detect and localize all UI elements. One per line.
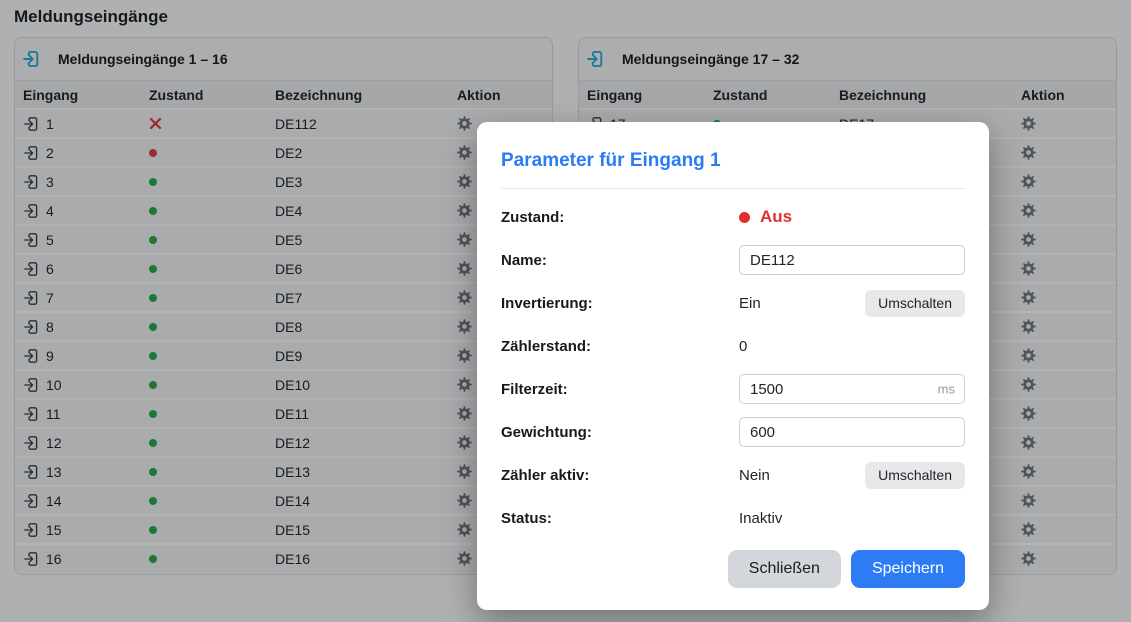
field-value <box>739 245 965 275</box>
field-label: Filterzeit: <box>501 381 739 398</box>
modal-field-row: Status:Inaktiv <box>501 503 965 533</box>
field-value: ms <box>739 374 965 404</box>
toggle-button[interactable]: Umschalten <box>865 290 965 317</box>
toggle-button[interactable]: Umschalten <box>865 462 965 489</box>
field-label: Zähler aktiv: <box>501 467 739 484</box>
modal-field-row: Name: <box>501 245 965 275</box>
modal-field-row: Gewichtung: <box>501 417 965 447</box>
field-value <box>739 417 965 447</box>
field-label: Status: <box>501 510 739 527</box>
value-text: 0 <box>739 338 747 355</box>
value-text: Inaktiv <box>739 510 782 527</box>
modal-fields: Zustand: Aus Name: Invertierung:Ein Umschalt… <box>501 202 965 533</box>
field-value: Ein Umschalten <box>739 290 965 317</box>
text-field[interactable] <box>739 417 965 447</box>
status-dot <box>739 212 750 223</box>
status-text: Aus <box>760 207 792 227</box>
text-field[interactable] <box>739 245 965 275</box>
field-label: Zustand: <box>501 209 739 226</box>
modal-field-row: Filterzeit:ms <box>501 374 965 404</box>
field-value: 0 <box>739 338 965 355</box>
status-value: Aus <box>739 207 965 227</box>
field-label: Gewichtung: <box>501 424 739 441</box>
modal-field-row: Invertierung:Ein Umschalten <box>501 288 965 318</box>
field-label: Name: <box>501 252 739 269</box>
field-label: Zählerstand: <box>501 338 739 355</box>
parameter-modal: Parameter für Eingang 1 Zustand: Aus Name:… <box>477 122 989 610</box>
field-value: Nein Umschalten <box>739 462 965 489</box>
text-field[interactable] <box>739 374 965 404</box>
save-button[interactable]: Speichern <box>851 550 965 588</box>
toggle-state-text: Nein <box>739 467 770 484</box>
modal-footer: Schließen Speichern <box>501 550 965 588</box>
modal-field-row: Zustand: Aus <box>501 202 965 232</box>
toggle-state-text: Ein <box>739 295 761 312</box>
close-button[interactable]: Schließen <box>728 550 841 588</box>
field-label: Invertierung: <box>501 295 739 312</box>
modal-title: Parameter für Eingang 1 <box>501 146 965 189</box>
modal-field-row: Zählerstand:0 <box>501 331 965 361</box>
modal-field-row: Zähler aktiv:Nein Umschalten <box>501 460 965 490</box>
field-value: Inaktiv <box>739 510 965 527</box>
